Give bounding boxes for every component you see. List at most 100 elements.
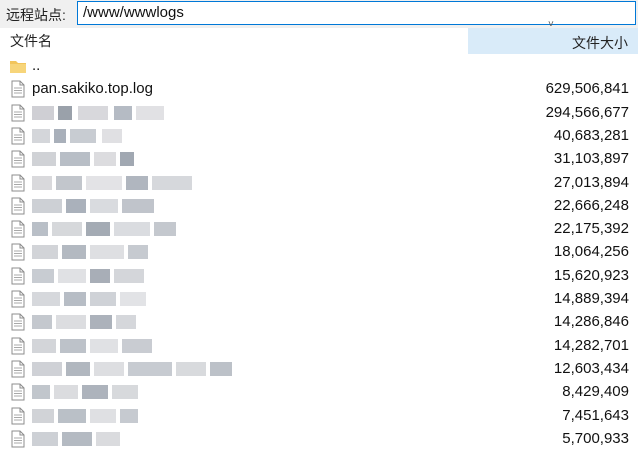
file-icon xyxy=(11,383,25,401)
file-size: 14,889,394 xyxy=(553,290,629,307)
column-header-filesize-label: 文件大小 xyxy=(572,35,628,51)
file-row[interactable]: 40,683,281 xyxy=(0,124,638,147)
file-row[interactable]: 12,603,434 xyxy=(0,357,638,380)
redaction-block xyxy=(58,269,86,283)
file-list-header: 文件名 ˅ 文件大小 xyxy=(0,19,638,54)
redaction-block xyxy=(78,106,108,120)
redaction-block xyxy=(32,152,56,166)
file-row[interactable]: 27,013,894 xyxy=(0,171,638,194)
redaction-block xyxy=(136,106,164,120)
file-name: .. xyxy=(32,57,41,74)
redaction-block xyxy=(70,129,96,143)
redaction-block xyxy=(54,385,78,399)
file-row[interactable]: 8,429,409 xyxy=(0,380,638,403)
file-size: 5,700,933 xyxy=(562,430,629,447)
redaction-block xyxy=(86,176,122,190)
redaction-block xyxy=(102,129,122,143)
redaction-block xyxy=(176,362,206,376)
redaction-block xyxy=(90,199,118,213)
file-name: pan.sakiko.top.log xyxy=(32,80,153,97)
file-row[interactable]: 18,064,256 xyxy=(0,240,638,263)
redaction-block xyxy=(90,269,110,283)
file-size: 294,566,677 xyxy=(545,104,629,121)
redaction-block xyxy=(120,292,146,306)
redaction-block xyxy=(114,269,144,283)
file-row[interactable]: 31,103,897 xyxy=(0,147,638,170)
redaction-block xyxy=(64,292,86,306)
redaction-block xyxy=(114,106,132,120)
redaction-block xyxy=(122,199,154,213)
column-header-filesize[interactable]: ˅ 文件大小 xyxy=(468,19,638,54)
redaction-block xyxy=(90,409,116,423)
file-row[interactable]: pan.sakiko.top.log 629,506,841 xyxy=(0,77,638,100)
redaction-block xyxy=(62,245,86,259)
folder-icon xyxy=(10,61,26,73)
redaction-block xyxy=(90,315,112,329)
redaction-block xyxy=(60,152,90,166)
file-icon xyxy=(11,127,25,145)
redaction-block xyxy=(154,222,176,236)
file-icon xyxy=(11,174,25,192)
redaction-block xyxy=(32,409,54,423)
file-icon xyxy=(11,243,25,261)
redaction-block xyxy=(56,176,82,190)
redaction-block xyxy=(120,409,138,423)
file-row[interactable]: 14,282,701 xyxy=(0,334,638,357)
redaction-block xyxy=(32,222,48,236)
file-icon xyxy=(11,290,25,308)
redaction-block xyxy=(32,339,56,353)
redaction-block xyxy=(54,129,66,143)
file-size: 31,103,897 xyxy=(553,150,629,167)
file-size: 22,666,248 xyxy=(553,197,629,214)
redaction-block xyxy=(114,222,150,236)
file-size: 7,451,643 xyxy=(562,407,629,424)
redaction-block xyxy=(32,315,52,329)
column-header-filename[interactable]: 文件名 xyxy=(0,28,468,54)
parent-directory-row[interactable]: .. xyxy=(0,54,638,77)
file-row[interactable]: 22,666,248 xyxy=(0,194,638,217)
redaction-block xyxy=(120,152,134,166)
file-icon xyxy=(11,104,25,122)
file-icon xyxy=(11,407,25,425)
redaction-block xyxy=(90,339,118,353)
redaction-block xyxy=(60,339,86,353)
file-size: 12,603,434 xyxy=(553,360,629,377)
redaction-block xyxy=(122,339,152,353)
file-row[interactable]: 294,566,677 xyxy=(0,101,638,124)
redaction-block xyxy=(32,362,62,376)
file-icon xyxy=(11,220,25,238)
redaction-block xyxy=(32,199,62,213)
file-icon xyxy=(11,150,25,168)
redaction-block xyxy=(32,176,52,190)
file-row[interactable]: 14,889,394 xyxy=(0,287,638,310)
redaction-block xyxy=(90,292,116,306)
redaction-block xyxy=(94,152,116,166)
sort-descending-icon: ˅ xyxy=(548,19,554,30)
file-icon xyxy=(11,80,25,98)
redaction-block xyxy=(116,315,136,329)
redaction-block xyxy=(128,362,172,376)
file-size: 14,282,701 xyxy=(553,337,629,354)
redaction-block xyxy=(66,199,86,213)
file-icon xyxy=(11,267,25,285)
redaction-block xyxy=(82,385,108,399)
file-size: 40,683,281 xyxy=(553,127,629,144)
file-row[interactable]: 7,451,643 xyxy=(0,404,638,427)
remote-site-bar: 远程站点: /www/wwwlogs xyxy=(0,0,638,29)
redaction-block xyxy=(126,176,148,190)
file-row[interactable]: 14,286,846 xyxy=(0,310,638,333)
redaction-block xyxy=(96,432,120,446)
redaction-block xyxy=(62,432,92,446)
file-row[interactable]: 5,700,933 xyxy=(0,427,638,450)
redaction-block xyxy=(152,176,192,190)
file-icon xyxy=(11,313,25,331)
redaction-block xyxy=(32,385,50,399)
file-row[interactable]: 15,620,923 xyxy=(0,264,638,287)
file-icon xyxy=(11,197,25,215)
redaction-block xyxy=(32,129,50,143)
redaction-block xyxy=(32,106,54,120)
file-row[interactable]: 22,175,392 xyxy=(0,217,638,240)
file-size: 14,286,846 xyxy=(553,313,629,330)
redaction-block xyxy=(90,245,124,259)
file-size: 8,429,409 xyxy=(562,383,629,400)
